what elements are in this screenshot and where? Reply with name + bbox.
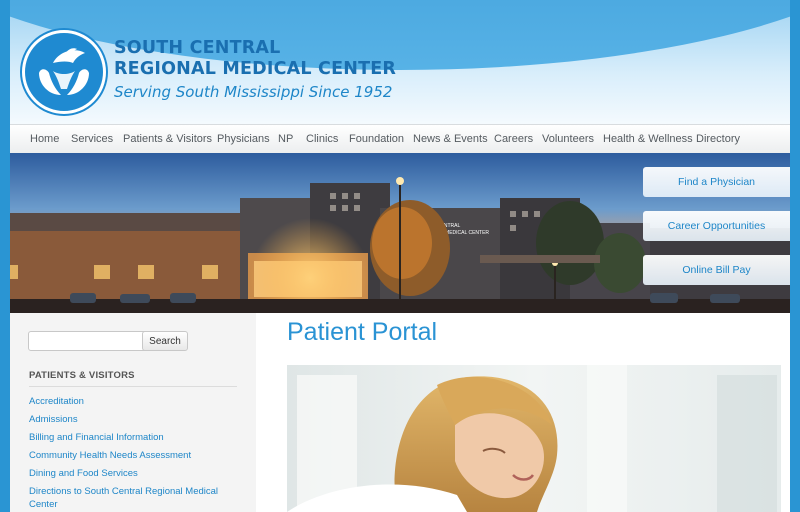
career-opportunities-button[interactable]: Career Opportunities	[643, 211, 790, 241]
hero-banner: SOUTH CENTRAL REGIONAL MEDICAL CENTER	[10, 153, 790, 313]
sidebar-divider	[29, 386, 237, 387]
nav-item-clinics[interactable]: Clinics	[306, 125, 338, 153]
search-input[interactable]	[28, 331, 150, 351]
nav-item-directory[interactable]: Directory	[696, 125, 740, 153]
nav-item-patients-visitors[interactable]: Patients & Visitors	[123, 125, 212, 153]
nav-item-volunteers[interactable]: Volunteers	[542, 125, 594, 153]
brand-name-line2: REGIONAL MEDICAL CENTER	[114, 59, 397, 79]
search-button[interactable]: Search	[142, 331, 188, 351]
page: SOUTH CENTRAL REGIONAL MEDICAL CENTER Se…	[10, 0, 790, 512]
dove-hands-icon	[39, 48, 89, 95]
brand-tagline: Serving South Mississippi Since 1952	[114, 83, 393, 101]
online-bill-pay-button[interactable]: Online Bill Pay	[643, 255, 790, 285]
sidebar-link-list: Accreditation Admissions Billing and Fin…	[29, 395, 239, 512]
sidebar-link-directions[interactable]: Directions to South Central Regional Med…	[29, 485, 239, 511]
find-physician-button[interactable]: Find a Physician	[643, 167, 790, 197]
nav-item-np[interactable]: NP	[278, 125, 293, 153]
sidebar-link-dining[interactable]: Dining and Food Services	[29, 467, 239, 480]
sidebar-link-accreditation[interactable]: Accreditation	[29, 395, 239, 408]
main-nav: Home Services Patients & Visitors Physic…	[10, 124, 790, 154]
nav-item-careers[interactable]: Careers	[494, 125, 533, 153]
brand-name-line1: SOUTH CENTRAL	[114, 38, 281, 58]
nav-item-news-events[interactable]: News & Events	[413, 125, 488, 153]
sidebar-heading: PATIENTS & VISITORS	[29, 370, 135, 381]
site-header: SOUTH CENTRAL REGIONAL MEDICAL CENTER Se…	[10, 0, 790, 124]
nav-item-physicians[interactable]: Physicians	[217, 125, 270, 153]
patient-portal-photo	[287, 365, 781, 512]
brand-block: SOUTH CENTRAL REGIONAL MEDICAL CENTER Se…	[114, 38, 396, 103]
sidebar-link-community-health[interactable]: Community Health Needs Assessment	[29, 449, 239, 462]
nav-item-foundation[interactable]: Foundation	[349, 125, 404, 153]
nav-item-home[interactable]: Home	[30, 125, 59, 153]
nav-item-services[interactable]: Services	[71, 125, 113, 153]
sidebar-link-admissions[interactable]: Admissions	[29, 413, 239, 426]
sidebar-link-billing[interactable]: Billing and Financial Information	[29, 431, 239, 444]
nav-item-health-wellness[interactable]: Health & Wellness	[603, 125, 693, 153]
logo[interactable]	[22, 30, 106, 114]
sidebar: Search PATIENTS & VISITORS Accreditation…	[10, 313, 256, 512]
woman-at-computer-photo	[287, 365, 781, 512]
page-title: Patient Portal	[287, 318, 438, 346]
